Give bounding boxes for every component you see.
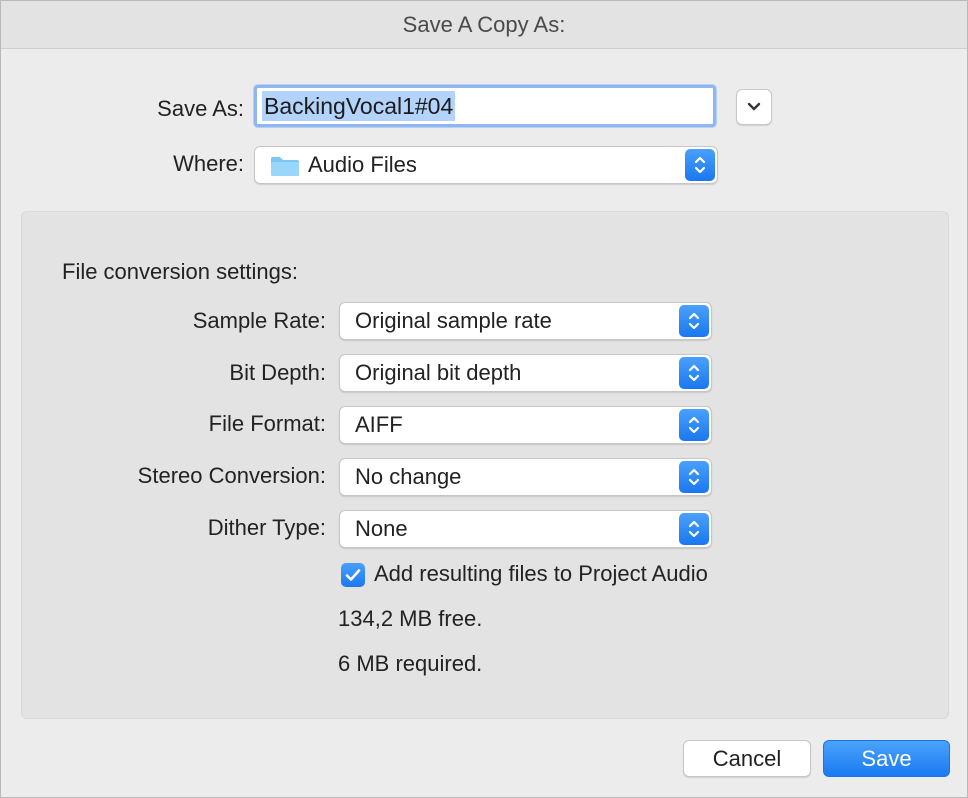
where-label: Where:	[173, 151, 244, 176]
free-space-text: 134,2 MB free.	[338, 606, 483, 631]
up-down-chevron-icon	[685, 149, 715, 181]
save-button[interactable]: Save	[823, 740, 950, 777]
up-down-chevron-icon	[679, 409, 709, 441]
section-title: File conversion settings:	[62, 259, 298, 284]
add-to-project-checkbox[interactable]	[341, 563, 365, 587]
stereo-conversion-popup[interactable]: No change	[339, 458, 712, 496]
up-down-chevron-icon	[679, 357, 709, 389]
save-as-field[interactable]: BackingVocal1#04	[254, 85, 716, 127]
up-down-chevron-icon	[679, 513, 709, 545]
expand-dialog-button[interactable]	[736, 89, 772, 125]
required-space-text: 6 MB required.	[338, 651, 483, 676]
bit-depth-value: Original bit depth	[355, 360, 522, 385]
checkmark-icon	[345, 569, 361, 581]
sample-rate-popup[interactable]: Original sample rate	[339, 302, 712, 340]
dither-type-label: Dither Type:	[207, 515, 326, 540]
add-to-project-label[interactable]: Add resulting files to Project Audio	[374, 561, 708, 587]
stereo-conversion-value: No change	[355, 464, 462, 489]
up-down-chevron-icon	[679, 461, 709, 493]
dither-type-value: None	[355, 516, 408, 541]
where-value: Audio Files	[308, 152, 417, 177]
bit-depth-label: Bit Depth:	[229, 360, 326, 385]
up-down-chevron-icon	[679, 305, 709, 337]
save-as-label: Save As:	[157, 96, 244, 121]
bit-depth-popup[interactable]: Original bit depth	[339, 354, 712, 392]
file-format-label: File Format:	[208, 411, 326, 436]
dialog-title: Save A Copy As:	[402, 11, 566, 37]
title-bar[interactable]: Save A Copy As:	[1, 1, 967, 49]
file-format-value: AIFF	[355, 412, 403, 437]
cancel-button[interactable]: Cancel	[683, 740, 811, 777]
where-popup[interactable]: Audio Files	[254, 146, 718, 184]
sample-rate-label: Sample Rate:	[192, 308, 326, 333]
chevron-down-icon	[747, 102, 761, 111]
stereo-conversion-label: Stereo Conversion:	[137, 463, 326, 488]
file-format-popup[interactable]: AIFF	[339, 406, 712, 444]
folder-icon	[271, 157, 299, 176]
save-copy-dialog: Save A Copy As: Save As: BackingVocal1#0…	[0, 0, 968, 798]
save-as-value: BackingVocal1#04	[262, 91, 456, 121]
dither-type-popup[interactable]: None	[339, 510, 712, 548]
sample-rate-value: Original sample rate	[355, 308, 552, 333]
